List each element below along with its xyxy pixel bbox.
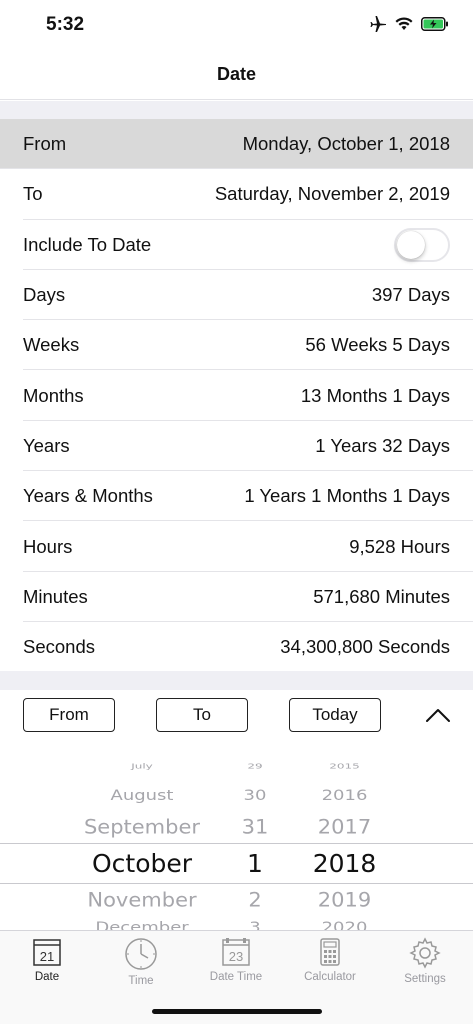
calendar-day-icon: 21 [33,939,61,966]
battery-charging-icon [421,17,448,31]
picker-day-item[interactable]: 29 [225,762,285,770]
picker-toolbar: From To Today [0,690,473,742]
row-seconds: Seconds 34,300,800 Seconds [0,622,473,672]
row-label: Weeks [23,334,80,356]
status-time: 5:32 [46,14,85,35]
toggle-knob [397,230,425,259]
picker-year-item[interactable]: 2016 [292,787,397,804]
wifi-icon [395,17,413,30]
row-value: Monday, October 1, 2018 [242,133,450,155]
picker-year-item[interactable]: 2017 [292,816,397,838]
navigation-bar: Date [0,50,473,100]
picker-month-item[interactable]: August [62,787,222,804]
calendar-day-number: 23 [229,949,243,964]
row-weeks: Weeks 56 Weeks 5 Days [0,320,473,371]
picker-month-column[interactable]: July August September October November Decemb… [62,755,222,930]
row-value: 56 Weeks 5 Days [305,334,450,356]
to-button[interactable]: To [156,698,248,732]
calendar-grid-icon: 23 [222,938,250,966]
calculator-icon [320,938,340,966]
row-include-to-date: Include To Date [0,220,473,271]
tab-time[interactable]: Time [94,937,188,987]
picker-month-item[interactable]: October [62,849,222,878]
status-bar: 5:32 [0,0,473,50]
airplane-icon [370,16,386,32]
row-value: 1 Years 32 Days [315,434,450,456]
row-label: To [23,183,43,205]
row-value: Saturday, November 2, 2019 [214,183,450,205]
picker-month-item[interactable]: November [62,889,222,911]
tab-date-time[interactable]: 23 Date Time [189,937,283,983]
row-label: Years [23,434,70,456]
row-months: Months 13 Months 1 Days [0,370,473,422]
picker-year-item[interactable]: 2015 [292,762,397,770]
picker-month-item[interactable]: December [62,919,222,930]
include-to-date-toggle[interactable] [394,227,450,262]
row-label: Years & Months [23,485,153,507]
picker-year-item[interactable]: 2019 [292,889,397,911]
row-value: 34,300,800 Seconds [280,636,450,658]
date-result-list: From Monday, October 1, 2018 To Saturday… [0,119,473,672]
row-label: From [23,133,67,155]
row-value: 571,680 Minutes [313,585,450,607]
row-from[interactable]: From Monday, October 1, 2018 [0,119,473,170]
row-value: 397 Days [371,284,450,306]
row-years-months: Years & Months 1 Years 1 Months 1 Days [0,471,473,522]
row-years: Years 1 Years 32 Days [0,421,473,472]
row-label: Minutes [23,585,88,607]
picker-month-item[interactable]: September [62,816,222,838]
row-hours: Hours 9,528 Hours [0,521,473,572]
row-value: 13 Months 1 Days [300,384,450,406]
tab-settings[interactable]: Settings [378,937,472,985]
row-to[interactable]: To Saturday, November 2, 2019 [0,169,473,220]
picker-day-column[interactable]: 29 30 31 1 2 3 [225,755,285,930]
picker-year-column[interactable]: 2015 2016 2017 2018 2019 2020 [292,755,397,930]
picker-day-item[interactable]: 1 [225,849,285,878]
row-minutes: Minutes 571,680 Minutes [0,572,473,623]
row-label: Seconds [23,636,95,658]
row-label: Days [23,284,66,306]
gear-icon [409,937,441,969]
section-gap [0,101,473,119]
today-button[interactable]: Today [289,698,381,732]
picker-year-item[interactable]: 2018 [292,849,397,878]
picker-day-item[interactable]: 30 [225,787,285,804]
tab-label: Time [128,975,154,987]
tab-date[interactable]: 21 Date [0,937,94,983]
calendar-day-number: 21 [40,949,54,964]
tab-label: Settings [404,973,446,985]
picker-month-item[interactable]: July [62,762,222,770]
status-icons [369,16,449,32]
tab-label: Date [34,971,60,983]
from-button[interactable]: From [23,698,115,732]
picker-day-item[interactable]: 2 [225,889,285,911]
row-days: Days 397 Days [0,270,473,321]
picker-day-item[interactable]: 31 [225,816,285,838]
row-value: 9,528 Hours [349,535,450,557]
page-title: Date [216,64,256,84]
row-label: Months [23,384,84,406]
clock-icon [125,938,157,970]
picker-year-item[interactable]: 2020 [292,919,397,930]
section-gap [0,671,473,690]
tab-label: Date Time [209,971,263,983]
row-value: 1 Years 1 Months 1 Days [244,485,450,507]
tab-label: Calculator [304,971,356,983]
chevron-up-icon[interactable] [424,706,452,724]
home-indicator [152,1009,322,1014]
date-picker-wheel[interactable]: July August September October November Decemb… [0,755,473,930]
row-label: Include To Date [23,233,152,255]
row-label: Hours [23,535,73,557]
tab-calculator[interactable]: Calculator [283,937,377,983]
picker-day-item[interactable]: 3 [225,919,285,930]
